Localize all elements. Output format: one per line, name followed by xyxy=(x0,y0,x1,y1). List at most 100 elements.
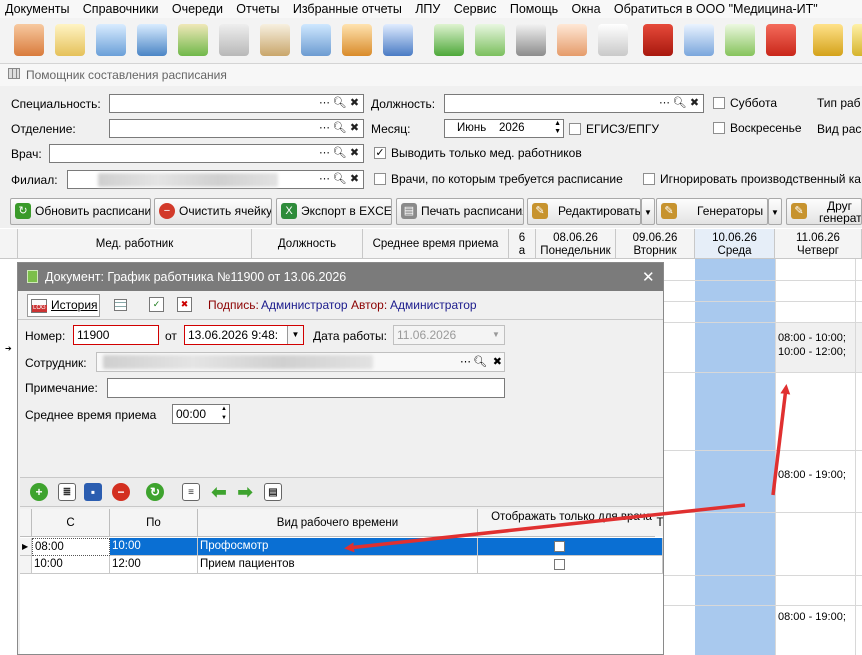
note-input[interactable] xyxy=(107,378,505,398)
pills-icon[interactable] xyxy=(475,24,505,56)
clear-cell-button[interactable]: − Очистить ячейку xyxy=(154,198,272,225)
time-table-header-kind[interactable]: Вид рабочего времени xyxy=(198,509,478,537)
grid-col-partial[interactable]: 6а xyxy=(509,229,536,259)
search-icon[interactable]: 🔍︎ xyxy=(473,353,487,371)
apps-icon[interactable] xyxy=(766,24,796,56)
add-patient-icon[interactable] xyxy=(178,24,208,56)
export-excel-button[interactable]: X Экспорт в EXCEL xyxy=(276,198,392,225)
spin-down-icon[interactable]: ▼ xyxy=(221,414,227,422)
cell-doctor-only[interactable] xyxy=(478,538,663,556)
egisz-checkbox[interactable] xyxy=(569,123,581,135)
lock-icon[interactable] xyxy=(813,24,843,56)
doctor-field[interactable]: ⋯ 🔍︎ ✖ xyxy=(49,144,364,163)
number-input[interactable]: 11900 xyxy=(73,325,159,345)
grid-cell-line1[interactable]: 08:00 - 10:00; xyxy=(778,331,846,345)
search-icon[interactable]: 🔍︎ xyxy=(332,96,347,111)
sunday-checkbox[interactable] xyxy=(713,122,725,134)
grid-col-worker[interactable]: Мед. работник xyxy=(18,229,252,259)
clear-icon[interactable]: ✖ xyxy=(347,146,362,161)
menu-reports[interactable]: Отчеты xyxy=(231,0,279,16)
pen-icon[interactable] xyxy=(260,24,290,56)
cell-from[interactable]: 10:00 xyxy=(32,556,110,574)
schedule-icon[interactable] xyxy=(684,24,714,56)
clear-icon[interactable]: ✖ xyxy=(347,96,362,111)
grid-cell-workday[interactable]: 08:00 - 19:00; xyxy=(778,468,846,482)
list-icon[interactable]: ≡ xyxy=(182,483,200,501)
time-table-header-doctor-only[interactable]: Отображать только для врача xyxy=(478,509,663,537)
ellipsis-icon[interactable]: ⋯ xyxy=(460,353,471,371)
document-remove-icon[interactable]: ✖ xyxy=(177,297,192,312)
book-icon[interactable] xyxy=(643,24,673,56)
grid-cell-line2[interactable]: 10:00 - 12:00; xyxy=(778,345,846,359)
nurse-icon[interactable] xyxy=(557,24,587,56)
spin-down-icon[interactable]: ▼ xyxy=(554,128,561,136)
search-icon[interactable]: 🔍︎ xyxy=(672,96,687,111)
close-icon[interactable]: ✕ xyxy=(642,268,655,286)
menu-contact[interactable]: Обратиться в ООО "Медицина-ИТ" xyxy=(609,0,818,16)
table-row[interactable]: 10:00 12:00 Прием пациентов xyxy=(20,556,663,574)
clear-icon[interactable]: ✖ xyxy=(347,121,362,136)
from-date-input[interactable]: 13.06.2026 9:48: ▼ xyxy=(184,325,304,345)
delete-icon[interactable]: − xyxy=(112,483,130,501)
edit-dropdown-button[interactable]: ▼ xyxy=(641,198,655,225)
doctor-icon[interactable] xyxy=(14,24,44,56)
clock-icon[interactable] xyxy=(342,24,372,56)
menu-windows[interactable]: Окна xyxy=(566,0,600,16)
cell-to[interactable]: 12:00 xyxy=(110,556,198,574)
ellipsis-icon[interactable]: ⋯ xyxy=(317,146,332,161)
journal-icon[interactable] xyxy=(55,24,85,56)
need-schedule-checkbox[interactable] xyxy=(374,173,386,185)
search-icon[interactable]: 🔍︎ xyxy=(332,172,347,187)
month-spinner[interactable]: Июнь 2026 ▲ ▼ xyxy=(444,119,564,138)
cell-kind[interactable]: Профосмотр xyxy=(198,538,478,556)
ellipsis-icon[interactable]: ⋯ xyxy=(317,121,332,136)
edit-button[interactable]: ✎ Редактировать xyxy=(527,198,641,225)
search-icon[interactable]: 🔍︎ xyxy=(332,146,347,161)
refresh-schedule-button[interactable]: ↻ Обновить расписание xyxy=(10,198,151,225)
cell-from[interactable]: 08:00 xyxy=(32,538,110,556)
table-row[interactable]: ▶ 08:00 10:00 Профосмотр xyxy=(20,538,663,556)
avg-time-input[interactable]: 00:00 ▲ ▼ xyxy=(172,404,230,424)
calendar-icon[interactable] xyxy=(383,24,413,56)
generators-dropdown-button[interactable]: ▼ xyxy=(768,198,782,225)
menu-favorite-reports[interactable]: Избранные отчеты xyxy=(288,0,402,16)
menu-lpu[interactable]: ЛПУ xyxy=(410,0,440,16)
ellipsis-icon[interactable]: ⋯ xyxy=(317,96,332,111)
clear-icon[interactable]: ✖ xyxy=(687,96,702,111)
department-field[interactable]: ⋯ 🔍︎ ✖ xyxy=(109,119,364,138)
document-check-icon[interactable]: ✓ xyxy=(149,297,164,312)
doctor-only-checkbox[interactable] xyxy=(554,559,565,570)
generators-button[interactable]: ✎ Генераторы xyxy=(656,198,768,225)
other-generators-button[interactable]: ✎ Друг генерат xyxy=(786,198,862,225)
arrow-left-icon[interactable]: ⬅ xyxy=(210,483,228,501)
search-icon[interactable]: 🔍︎ xyxy=(332,121,347,136)
clipboard-icon[interactable] xyxy=(725,24,755,56)
menu-documents[interactable]: Документы xyxy=(0,0,69,16)
branch-field[interactable]: ⋯ 🔍︎ ✖ xyxy=(67,170,364,189)
saturday-checkbox[interactable] xyxy=(713,97,725,109)
specialty-field[interactable]: ⋯ 🔍︎ ✖ xyxy=(109,94,364,113)
spin-up-icon[interactable]: ▲ xyxy=(554,120,561,128)
doctor-only-checkbox[interactable] xyxy=(554,541,565,552)
cell-kind[interactable]: Прием пациентов xyxy=(198,556,478,574)
employee-field[interactable]: ⋯ 🔍︎ ✖ xyxy=(96,352,505,372)
grid-col-day-4[interactable]: 11.06.26 Четверг xyxy=(775,229,862,259)
ignore-calendar-checkbox[interactable] xyxy=(643,173,655,185)
patient-card-icon[interactable] xyxy=(96,24,126,56)
calendar-dropdown-icon[interactable]: ▼ xyxy=(287,326,303,344)
more-icon[interactable] xyxy=(852,24,862,56)
scanner-icon[interactable] xyxy=(516,24,546,56)
grid-cell-workday-2[interactable]: 08:00 - 19:00; xyxy=(778,610,846,624)
position-field[interactable]: ⋯ 🔍︎ ✖ xyxy=(444,94,704,113)
arrow-right-icon[interactable]: ➡ xyxy=(236,483,254,501)
columns-icon[interactable]: ▤ xyxy=(264,483,282,501)
thermometer-icon[interactable] xyxy=(598,24,628,56)
ellipsis-icon[interactable]: ⋯ xyxy=(657,96,672,111)
globe-icon[interactable] xyxy=(434,24,464,56)
spin-up-icon[interactable]: ▲ xyxy=(221,405,227,413)
menu-service[interactable]: Сервис xyxy=(449,0,497,16)
time-table-header-from[interactable]: С xyxy=(32,509,110,537)
id-card-icon[interactable] xyxy=(137,24,167,56)
grid-col-position[interactable]: Должность xyxy=(252,229,363,259)
only-med-checkbox[interactable]: ✓ xyxy=(374,147,386,159)
